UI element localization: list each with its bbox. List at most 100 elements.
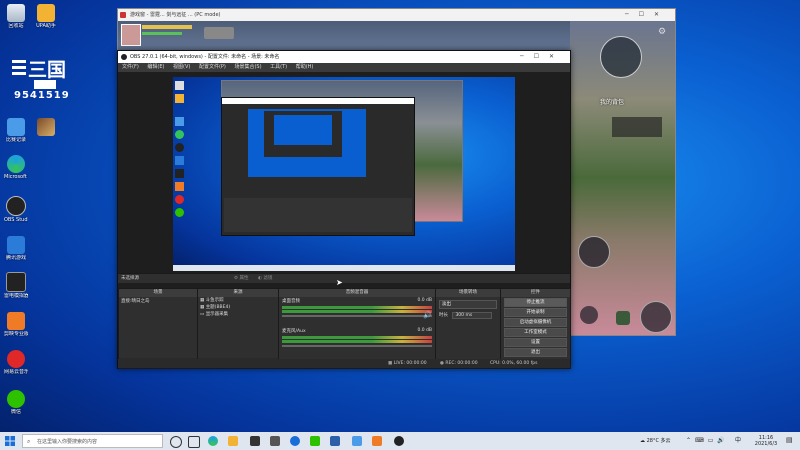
cortana-icon[interactable] (170, 436, 182, 448)
game-window-titlebar[interactable]: 游戏窗 - 雷霆... 剑与远征 ... (PC mode) ─☐✕ (118, 9, 675, 21)
cpu-status: CPU: 0.0%, 60.00 fps (490, 361, 538, 366)
app-icon-blue[interactable] (290, 436, 300, 446)
desktop-icon-ldplayer[interactable]: 雷电模拟器 (4, 272, 28, 299)
source-item[interactable]: ▦ 斗鱼示踪 (200, 297, 276, 304)
audio-mixer-panel: 音频混音器 桌面音频 0.0 dB 🔊 麦克风/Aux 0.0 dB (278, 288, 436, 369)
ime-indicator[interactable]: 中 (735, 432, 741, 450)
skill-button-2[interactable] (580, 306, 598, 324)
source-item[interactable]: ▦ 主题(BBE4) (200, 304, 276, 311)
menu-help[interactable]: 帮助(H) (296, 64, 314, 70)
desktop-icon-recycle-bin[interactable]: 回收站 (4, 4, 28, 29)
menu-tools[interactable]: 工具(T) (270, 64, 287, 70)
filters-button[interactable]: ◐ 滤镜 (258, 274, 272, 283)
mixer-channel-db: 0.0 dB (417, 298, 432, 303)
desktop-icon-capcut[interactable]: 剪映专业版 (4, 312, 28, 337)
menu-profile[interactable]: 配置文件(P) (199, 64, 226, 70)
edge-taskbar-icon[interactable] (208, 436, 218, 446)
close-button[interactable]: ✕ (654, 11, 669, 18)
obs-preview[interactable]: 未选择源 ⚙ 属性 ◐ 滤镜 (118, 72, 570, 323)
gear-icon[interactable]: ⚙ (658, 27, 666, 37)
recycle-bin-icon (7, 4, 25, 22)
start-button[interactable] (5, 436, 15, 446)
desktop-icon-tencent-games[interactable]: 腾讯游戏 (4, 236, 28, 261)
transitions-panel: 场景转场 淡出 时长 300 ms (435, 288, 501, 369)
maximize-button[interactable]: ☐ (639, 11, 654, 18)
edge-icon (7, 155, 25, 173)
obs-titlebar[interactable]: OBS 27.0.1 (64-bit, windows) - 配置文件: 未命名… (118, 51, 570, 63)
tencent-games-icon (7, 236, 25, 254)
mixer-channel-name: 桌面音频 (282, 299, 300, 304)
menu-edit[interactable]: 编辑(E) (147, 64, 164, 70)
exit-button[interactable]: 退出 (504, 348, 567, 357)
no-source-label: 未选择源 (121, 276, 139, 281)
mute-icon[interactable]: 🔊 (423, 312, 432, 319)
obs-window[interactable]: OBS 27.0.1 (64-bit, windows) - 配置文件: 未命名… (117, 50, 571, 369)
skill-button[interactable] (578, 236, 610, 268)
taskbar: ⌕ 在这里输入你要搜索的内容 ☁ 28°C 多云 ⌃⌨▭🔊 中 11:16 20… (0, 432, 800, 450)
mixer-channel-name: 麦克风/Aux (282, 329, 306, 334)
stop-streaming-button[interactable]: 停止推流 (504, 298, 567, 307)
app-taskbar-icon[interactable] (330, 436, 340, 446)
desktop-icon-netease-music[interactable]: 网易云音乐 (4, 350, 28, 375)
avatar[interactable] (121, 24, 141, 46)
volume-slider[interactable]: 🔊 (282, 312, 432, 319)
scenes-panel: 场景 直接:晴日之岛 +−⌃⌄ (118, 288, 198, 369)
mixer-channel-db: 0.0 dB (417, 328, 432, 333)
desktop-icon-obs[interactable]: OBS Studio (4, 196, 28, 223)
player-label: 我的背包 (600, 99, 625, 106)
menu-file[interactable]: 文件(F) (122, 64, 139, 70)
wechat-taskbar-icon[interactable] (310, 436, 320, 446)
buff-icon (204, 27, 234, 39)
obs-title: OBS 27.0.1 (64-bit, windows) - 配置文件: 未命名… (130, 54, 280, 60)
virtual-camera-button[interactable]: 启动虚拟摄像机 (504, 318, 567, 327)
bag-icon[interactable] (616, 311, 630, 325)
scene-item[interactable]: 直接:晴日之岛 (119, 297, 197, 305)
duration-input[interactable]: 300 ms (452, 312, 493, 319)
rec-status: ● REC: 00:00:00 (440, 361, 478, 366)
chart-app-icon[interactable] (352, 436, 362, 446)
notification-icon[interactable]: ▤ (786, 436, 793, 444)
obs-maximize-button[interactable]: ☐ (534, 53, 549, 60)
properties-button[interactable]: ⚙ 属性 (234, 274, 248, 283)
desktop-icon-record[interactable]: 比赛记录 (4, 118, 28, 143)
volume-meter (282, 306, 432, 309)
task-view-icon[interactable] (188, 436, 200, 448)
system-tray[interactable]: ⌃⌨▭🔊 (686, 432, 729, 450)
settings-button[interactable]: 设置 (504, 338, 567, 347)
taskbar-search-input[interactable]: ⌕ 在这里输入你要搜索的内容 (22, 434, 163, 448)
capcut-taskbar-icon[interactable] (372, 436, 382, 446)
obs-icon (6, 196, 26, 216)
health-bar (142, 25, 192, 29)
weather-widget[interactable]: ☁ 28°C 多云 (640, 432, 671, 450)
desktop-icon-edge[interactable]: Microsoft Edge (4, 155, 28, 180)
menu-view[interactable]: 视图(V) (173, 64, 190, 70)
studio-mode-button[interactable]: 工作室模式 (504, 328, 567, 337)
live-status: ■ LIVE: 00:00:00 (388, 361, 427, 366)
joystick[interactable] (640, 301, 672, 333)
obs-minimize-button[interactable]: ─ (520, 53, 534, 60)
start-recording-button[interactable]: 开始录制 (504, 308, 567, 317)
clock[interactable]: 11:16 2021/6/3 (752, 435, 780, 447)
obs-close-button[interactable]: ✕ (549, 53, 564, 60)
game-icon (37, 118, 55, 136)
source-item[interactable]: ▭ 显示器采集 (200, 311, 276, 318)
mouse-cursor: ➤ (336, 278, 343, 287)
minimap[interactable] (600, 36, 642, 78)
svg-text:三国: 三国 (28, 59, 66, 81)
volume-slider[interactable] (282, 345, 432, 347)
preview-canvas[interactable] (173, 77, 515, 271)
file-explorer-icon[interactable] (228, 436, 238, 446)
app-icon (120, 12, 126, 18)
menu-scene-collection[interactable]: 场景集合(S) (234, 64, 261, 70)
mail-icon[interactable] (270, 436, 280, 446)
transition-select[interactable]: 淡出 (439, 300, 497, 309)
sources-title: 来源 (198, 289, 278, 297)
minimize-button[interactable]: ─ (625, 11, 639, 18)
desktop-icon-wechat[interactable]: 微信 (4, 390, 28, 415)
desktop-icon-game[interactable] (34, 118, 58, 137)
store-icon[interactable] (250, 436, 260, 446)
search-icon: ⌕ (27, 438, 31, 445)
desktop-icon-upa[interactable]: UPA助手 (34, 4, 58, 29)
obs-taskbar-icon[interactable] (394, 436, 404, 446)
chat-panel (612, 117, 662, 137)
